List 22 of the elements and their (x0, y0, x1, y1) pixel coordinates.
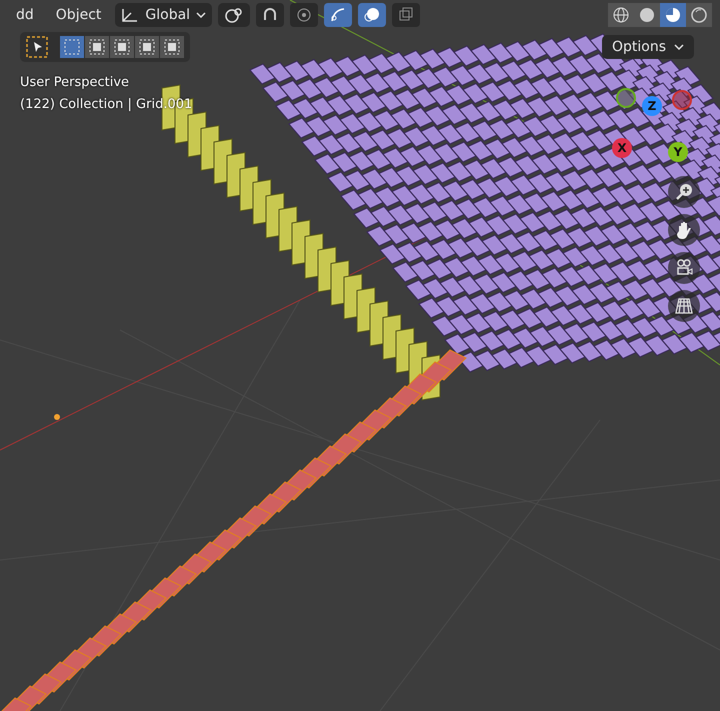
chevron-down-icon (674, 44, 684, 50)
overlapping-squares-icon[interactable] (392, 3, 420, 27)
pivot-dropdown[interactable] (218, 3, 250, 27)
cursor-select-icon[interactable] (26, 36, 48, 58)
link-icon (224, 6, 244, 24)
axes-icon (121, 7, 140, 23)
overlapping-circles-icon[interactable] (358, 3, 386, 27)
menu-item[interactable]: dd (8, 7, 42, 23)
orientation-dropdown[interactable]: Global (115, 3, 212, 27)
dashed-square-icon[interactable] (60, 36, 84, 58)
chevron-down-icon (196, 12, 206, 18)
negative-x-axis-handle[interactable] (672, 90, 692, 110)
filled-square-icon[interactable] (160, 36, 184, 58)
filled-square-icon[interactable] (135, 36, 159, 58)
globe-icon[interactable] (608, 3, 634, 27)
filled-square-icon[interactable] (85, 36, 109, 58)
menu-item[interactable]: Object (48, 7, 110, 23)
target-icon[interactable] (290, 3, 318, 27)
options-dropdown[interactable]: Options (602, 35, 694, 59)
filled-square-icon[interactable] (110, 36, 134, 58)
view-name: User Perspective (20, 74, 130, 92)
magnet-icon[interactable] (256, 3, 284, 27)
